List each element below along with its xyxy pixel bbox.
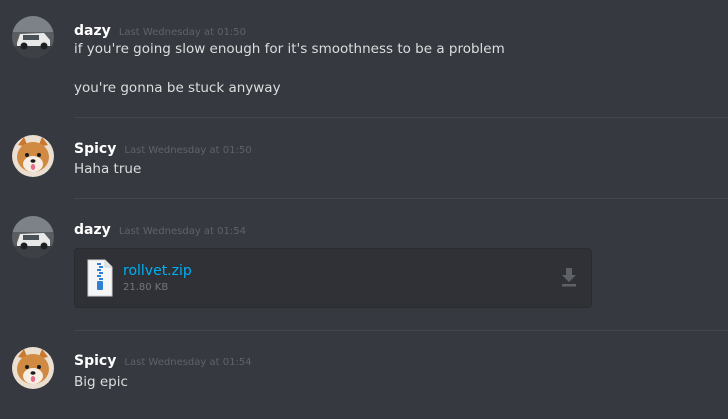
file-name-link[interactable]: rollvet.zip: [123, 263, 192, 279]
timestamp: Last Wednesday at 01:50: [124, 145, 252, 156]
username[interactable]: dazy: [74, 23, 111, 39]
message-divider: [74, 330, 728, 331]
message-header: dazy Last Wednesday at 01:50: [74, 20, 246, 39]
shiba-avatar-icon[interactable]: [12, 135, 54, 177]
timestamp: Last Wednesday at 01:54: [118, 226, 246, 237]
username[interactable]: Spicy: [74, 141, 116, 157]
timestamp: Last Wednesday at 01:50: [118, 27, 246, 38]
chat-message-list: dazy Last Wednesday at 01:50 if you're g…: [0, 0, 728, 419]
message-text: Big epic: [74, 374, 128, 390]
message-text: you're gonna be stuck anyway: [74, 80, 281, 96]
shiba-avatar-icon[interactable]: [12, 347, 54, 389]
username[interactable]: dazy: [74, 222, 111, 238]
message-header: dazy Last Wednesday at 01:54: [74, 219, 246, 238]
message-header: Spicy Last Wednesday at 01:50: [74, 138, 252, 157]
car-avatar-icon[interactable]: [12, 216, 54, 258]
message-text: if you're going slow enough for it's smo…: [74, 41, 505, 57]
file-attachment: rollvet.zip 21.80 KB: [74, 248, 592, 308]
zip-file-icon: [87, 259, 113, 301]
username[interactable]: Spicy: [74, 353, 116, 369]
message-divider: [74, 117, 728, 118]
file-size: 21.80 KB: [123, 282, 169, 293]
timestamp: Last Wednesday at 01:54: [124, 357, 252, 368]
car-avatar-icon[interactable]: [12, 16, 54, 58]
message-divider: [74, 198, 728, 199]
message-header: Spicy Last Wednesday at 01:54: [74, 350, 252, 369]
download-icon[interactable]: [559, 266, 579, 292]
message-text: Haha true: [74, 161, 142, 177]
